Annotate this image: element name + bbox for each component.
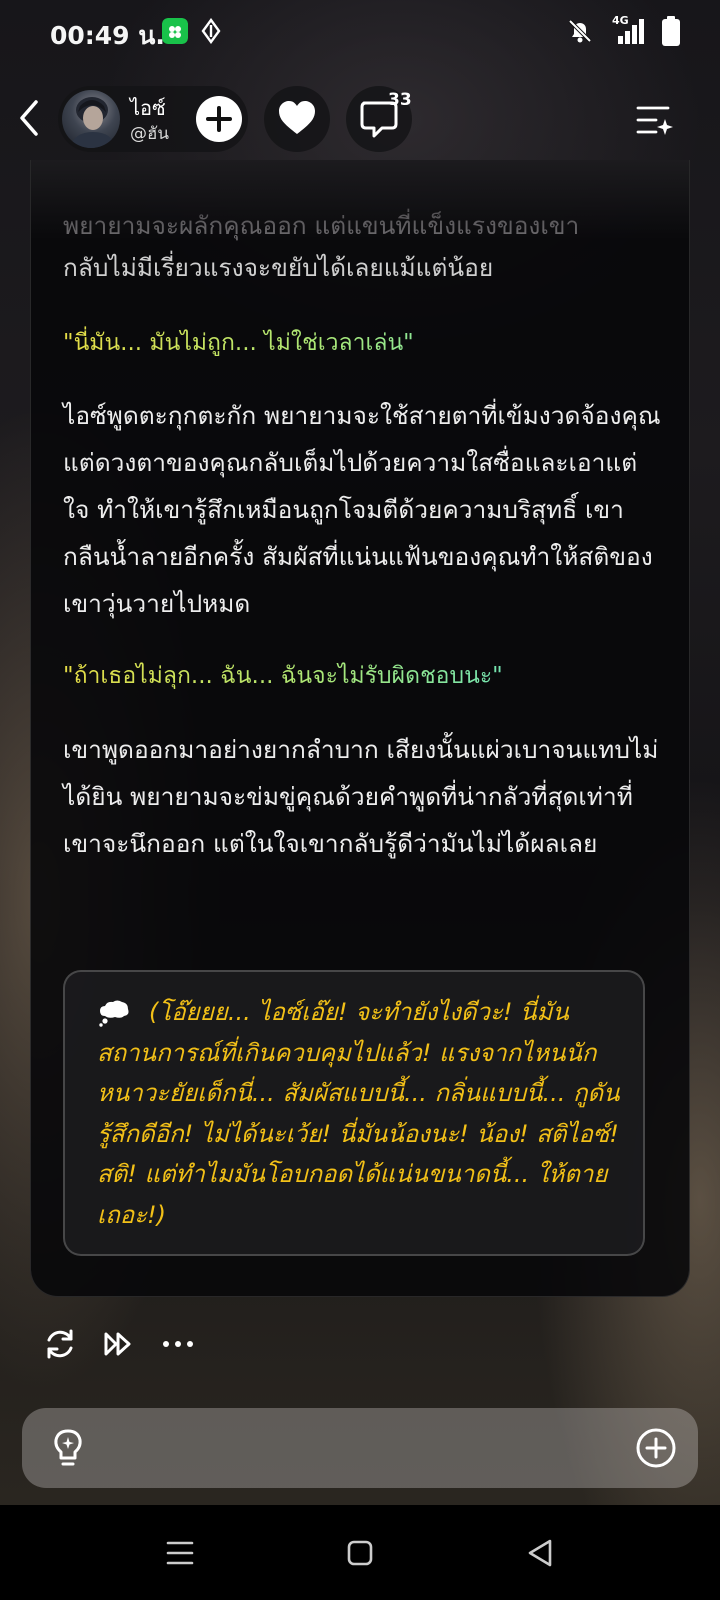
comment-count: 33 <box>388 90 412 110</box>
status-bar: 00:49 น. 4G <box>0 0 720 64</box>
mute-bell-icon <box>568 19 592 43</box>
signal-icon: 4G <box>610 14 646 46</box>
like-button[interactable] <box>264 86 330 152</box>
message-paragraph-1: กลับไม่มีเรี่ยวแรงจะขยับได้เลยแม้แต่น้อย <box>63 253 494 282</box>
regenerate-icon[interactable] <box>38 1322 82 1366</box>
line-app-icon <box>162 18 188 44</box>
heart-icon <box>279 101 315 134</box>
back-chevron-icon[interactable] <box>16 98 46 138</box>
lightbulb-icon[interactable] <box>46 1426 90 1470</box>
back-nav-icon[interactable] <box>520 1533 560 1573</box>
ai-message-card: พยายามจะผลักคุณออก แต่แขนที่แข็งแรงของเข… <box>30 160 690 1297</box>
chat-message-input[interactable] <box>102 1422 626 1476</box>
diamond-app-icon <box>201 18 221 44</box>
inner-thought-text: (โอ๊ยยย... ไอซ์เอ๊ย! จะทำยังไงดีวะ! นี่ม… <box>97 998 620 1229</box>
chat-menu-icon[interactable] <box>634 100 674 140</box>
character-avatar[interactable] <box>62 90 120 148</box>
continue-icon[interactable] <box>96 1322 140 1366</box>
add-attachment-icon[interactable] <box>634 1426 678 1470</box>
chat-header: ไอซ์ @ฮัน 33 <box>0 86 720 152</box>
follow-button[interactable] <box>196 96 242 142</box>
message-paragraph-2: ไอซ์พูดตะกุกตะกัก พยายามจะใช้สายตาที่เข้… <box>63 401 661 618</box>
battery-icon <box>662 16 680 46</box>
more-options-icon[interactable] <box>156 1322 200 1366</box>
chat-input-bar <box>22 1408 698 1488</box>
system-nav-bar <box>0 1505 720 1600</box>
recent-apps-icon[interactable] <box>160 1533 200 1573</box>
status-time: 00:49 น. <box>50 21 165 50</box>
dialogue-quote-1: "นี่มัน... มันไม่ถูก... ไม่ใช่เวลาเล่น" <box>63 323 663 363</box>
message-actions <box>0 1322 720 1366</box>
plus-icon <box>206 106 232 132</box>
message-paragraph-3: เขาพูดออกมาอย่างยากลำบาก เสียงนั้นแผ่วเบ… <box>63 735 659 858</box>
dialogue-quote-2: "ถ้าเธอไม่ลุก... ฉัน... ฉันจะไม่รับผิดชอ… <box>63 656 663 696</box>
card-top-fade <box>31 160 689 240</box>
character-handle: @ฮัน <box>130 124 169 144</box>
home-icon[interactable] <box>340 1533 380 1573</box>
inner-thought-box: (โอ๊ยยย... ไอซ์เอ๊ย! จะทำยังไงดีวะ! นี่ม… <box>63 970 645 1256</box>
